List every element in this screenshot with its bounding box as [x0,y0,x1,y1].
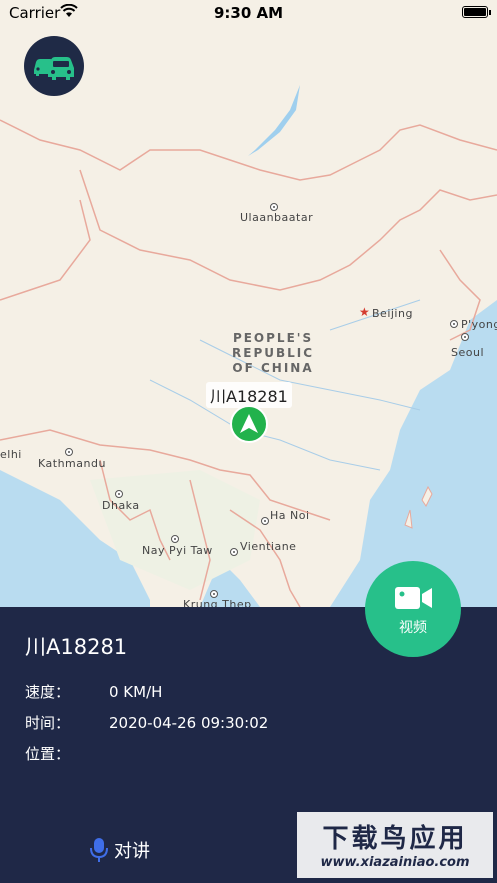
city-marker [261,517,269,525]
city-label-ulaanbaatar: Ulaanbaatar [240,211,314,224]
video-button[interactable]: 视频 [365,561,461,657]
capital-star-icon: ★ [359,305,370,319]
city-marker [230,548,238,556]
detail-row-location: 位置： [25,743,109,764]
microphone-icon [90,838,108,862]
status-time: 9:30 AM [213,4,284,22]
talk-button-label: 对讲 [114,841,150,862]
speed-key: 速度： [25,683,71,701]
city-marker [461,333,469,341]
speed-value: 0 KM/H [109,683,163,701]
city-marker [115,490,123,498]
video-button-label: 视频 [399,620,427,636]
city-marker [171,535,179,543]
watermark-title: 下载鸟应用 [322,824,468,854]
battery-icon [462,6,488,18]
city-label-kathmandu: Kathmandu [38,457,106,470]
time-value: 2020-04-26 09:30:02 [109,714,269,732]
detail-row-speed: 速度： 0 KM/H [25,681,162,702]
city-label-vientiane: Vientiane [240,540,297,553]
city-marker [270,203,278,211]
city-marker [65,448,73,456]
city-label-hanoi: Ha Noi [270,509,310,522]
city-label-pyongyang: P'yong [461,318,497,331]
vehicle-marker[interactable] [230,405,268,443]
talk-button[interactable]: 对讲 [90,837,150,863]
detail-plate: 川A18281 [25,635,128,659]
navigation-arrow-icon [240,414,258,433]
video-camera-icon [395,587,432,609]
city-label-seoul: Seoul [451,346,485,359]
city-label-delhi: elhi [0,448,22,461]
vehicle-list-button[interactable] [24,36,84,96]
city-label-beijing: Beijing [372,307,413,320]
city-label-naypyitaw: Nay Pyi Taw [142,544,213,557]
watermark-logo: 下载鸟应用 www.xiazainiao.com [297,812,493,878]
time-key: 时间： [25,714,71,732]
city-marker [450,320,458,328]
cars-icon [34,57,74,80]
detail-row-time: 时间： 2020-04-26 09:30:02 [25,712,268,733]
country-label-china: PEOPLE'S REPUBLIC OF CHINA [232,331,315,375]
city-marker [210,590,218,598]
city-label-krungthep: Krung Thep [183,598,252,607]
location-key: 位置： [25,745,71,763]
watermark-url: www.xiazainiao.com [320,855,470,870]
status-bar: Carrier 9:30 AM [0,0,497,26]
city-label-dhaka: Dhaka [102,499,140,512]
